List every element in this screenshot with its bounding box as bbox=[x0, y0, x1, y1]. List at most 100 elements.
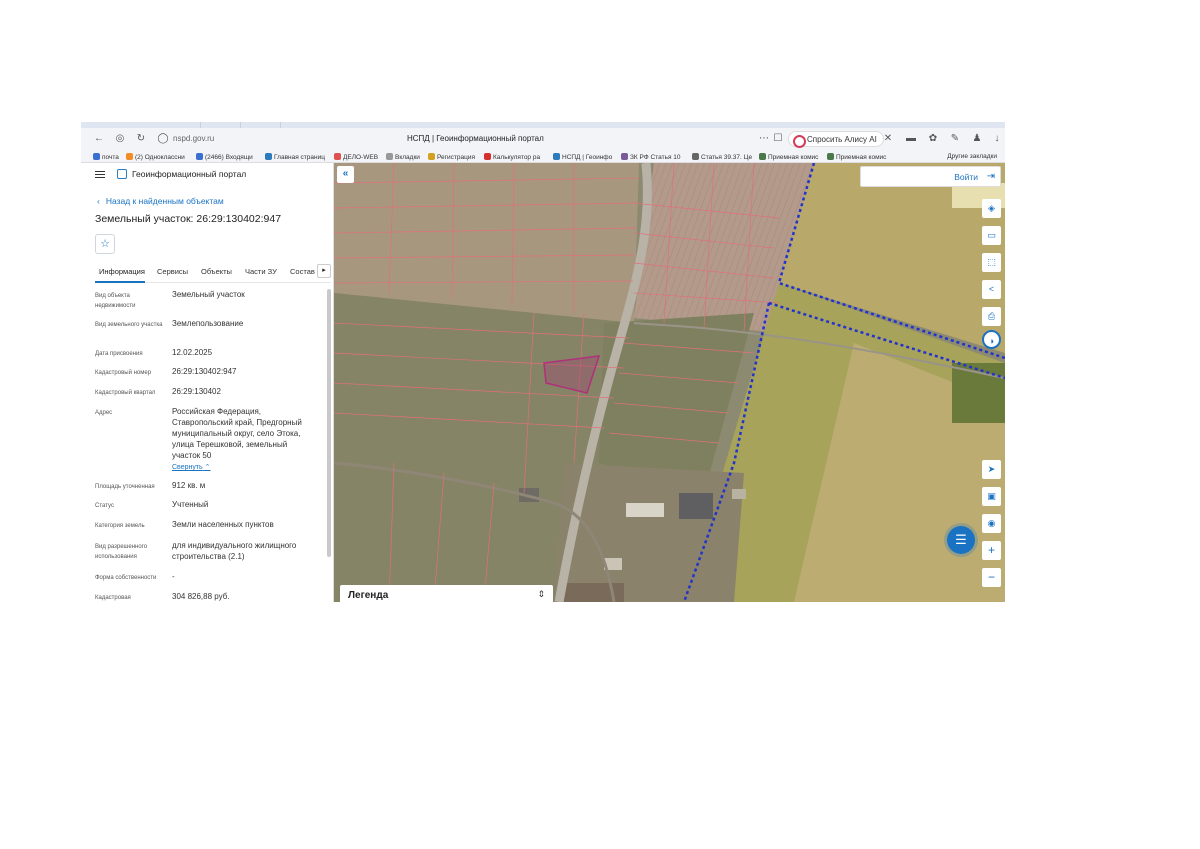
bookmark-item[interactable]: Главная страниц bbox=[265, 153, 325, 161]
bookmark-icon[interactable]: ☐ bbox=[772, 133, 784, 145]
tab-information[interactable]: Информация bbox=[99, 267, 145, 276]
basemap-button[interactable]: ◑ bbox=[982, 330, 1001, 349]
tab-parts[interactable]: Части ЗУ bbox=[245, 267, 277, 276]
bookmark-item[interactable]: ДЕЛО-WEB bbox=[334, 153, 378, 161]
portal-name[interactable]: Геоинформационный портал bbox=[132, 169, 246, 179]
tab-services[interactable]: Сервисы bbox=[157, 267, 188, 276]
property-key: Категория земель bbox=[95, 523, 145, 529]
bookmark-label: НСПД | Геоинфо bbox=[562, 154, 613, 161]
legend-panel[interactable]: Легенда ⇕ bbox=[340, 585, 553, 602]
bookmark-label: Регистрация bbox=[437, 154, 475, 161]
more-icon[interactable]: ⋯ bbox=[758, 133, 770, 145]
alice-button[interactable]: Спросить Алису AI bbox=[788, 131, 884, 148]
bookmark-item[interactable]: почта bbox=[93, 153, 119, 161]
reload-icon[interactable]: ↻ bbox=[135, 133, 147, 145]
collapse-link-label: Свернуть bbox=[172, 464, 203, 471]
bookmark-item[interactable]: (2466) Входящи bbox=[196, 153, 253, 161]
bookmark-label: Вкладки bbox=[395, 154, 420, 161]
url-text[interactable]: nspd.gov.ru bbox=[173, 134, 214, 143]
property-value: Земли населенных пунктов bbox=[172, 520, 274, 529]
favorite-star-icon[interactable]: ☆ bbox=[95, 234, 115, 254]
bookmark-favicon-icon bbox=[621, 153, 628, 160]
panel-header: Геоинформационный портал bbox=[81, 163, 334, 185]
tab-composition[interactable]: Состав bbox=[290, 267, 315, 276]
geolocation-button[interactable]: ◉ bbox=[982, 514, 1001, 533]
property-value: - bbox=[172, 572, 175, 581]
bookmark-label: (2466) Входящи bbox=[205, 154, 253, 161]
property-key: Вид объекта недвижимости bbox=[95, 293, 136, 309]
minimap-button[interactable]: ▣ bbox=[982, 487, 1001, 506]
bookmark-favicon-icon bbox=[126, 153, 133, 160]
download-icon[interactable]: ↓ bbox=[991, 133, 1003, 145]
location-pin-icon: ◉ bbox=[987, 518, 996, 528]
back-arrow-icon[interactable]: ← bbox=[93, 133, 105, 145]
bookmark-item[interactable]: Калькулятор ра bbox=[484, 153, 540, 161]
print-icon: ⎙ bbox=[987, 311, 996, 321]
vpn-icon[interactable]: ▬ bbox=[905, 133, 917, 145]
active-tab-indicator bbox=[95, 281, 145, 283]
select-area-button[interactable]: ⬚ bbox=[982, 253, 1001, 272]
account-icon[interactable]: ♟ bbox=[971, 133, 983, 145]
login-icon[interactable]: ⇥ bbox=[987, 171, 995, 182]
satellite-map[interactable] bbox=[334, 163, 1005, 602]
tools-icon[interactable]: ✕ bbox=[882, 133, 894, 145]
share-button[interactable]: < bbox=[982, 280, 1001, 299]
collapse-panel-button[interactable]: « bbox=[337, 166, 354, 183]
bookmark-label: Статья 39.37. Це bbox=[701, 154, 753, 161]
chat-assistant-button[interactable]: ☰ bbox=[947, 526, 975, 554]
bookmark-item[interactable]: Вкладки bbox=[386, 153, 420, 161]
share-icon: < bbox=[988, 284, 995, 294]
bookmark-item[interactable]: Регистрация bbox=[428, 153, 475, 161]
chat-icon[interactable]: ✎ bbox=[949, 133, 961, 145]
menu-icon[interactable] bbox=[95, 171, 105, 178]
bookmark-favicon-icon bbox=[692, 153, 699, 160]
bookmark-favicon-icon bbox=[386, 153, 393, 160]
expand-toggle-icon[interactable]: ⇕ bbox=[537, 589, 545, 600]
bookmark-label: ЗК РФ Статья 10 bbox=[630, 154, 681, 161]
layers-button[interactable]: ◈ bbox=[982, 199, 1001, 218]
bookmark-label: Калькулятор ра bbox=[493, 154, 541, 161]
minus-icon: − bbox=[987, 570, 995, 584]
bookmark-favicon-icon bbox=[484, 153, 491, 160]
back-link-label: Назад к найденным объектам bbox=[105, 196, 224, 206]
lock-icon: ◯ bbox=[157, 133, 169, 144]
bookmark-item[interactable]: НСПД | Геоинфо bbox=[553, 153, 612, 161]
bookmark-item[interactable]: Приемная комис bbox=[827, 153, 886, 161]
bookmark-item[interactable]: ЗК РФ Статья 10 bbox=[621, 153, 681, 161]
legend-title: Легенда bbox=[348, 590, 389, 601]
bookmark-item[interactable]: Приемная комис bbox=[759, 153, 818, 161]
login-button[interactable]: Войти bbox=[954, 172, 978, 182]
collapse-link[interactable]: Свернуть ⌃ bbox=[172, 462, 317, 473]
property-key: Дата присвоения bbox=[95, 351, 143, 357]
panel-scrollbar[interactable] bbox=[327, 289, 331, 557]
info-tabs: Информация Сервисы Объекты Части ЗУ Сост… bbox=[95, 263, 331, 283]
bookmark-item[interactable]: Статья 39.37. Це bbox=[692, 153, 752, 161]
zoom-in-button[interactable]: + bbox=[982, 541, 1001, 560]
bookmark-label: Приемная комис bbox=[836, 154, 887, 161]
extensions-icon[interactable]: ✿ bbox=[927, 133, 939, 145]
tabs-scroll-right-icon[interactable]: ▸ bbox=[317, 264, 331, 278]
property-value: 26:29:130402 bbox=[172, 387, 221, 396]
tab-objects[interactable]: Объекты bbox=[201, 267, 232, 276]
bookmark-item[interactable]: (2) Одноклассни bbox=[126, 153, 185, 161]
back-to-results-link[interactable]: ‹ Назад к найденным объектам bbox=[97, 196, 224, 206]
zoom-out-button[interactable]: − bbox=[982, 568, 1001, 587]
plus-icon: + bbox=[987, 543, 995, 557]
property-key: Площадь уточненная bbox=[95, 484, 155, 490]
property-key: Кадастровый квартал bbox=[95, 390, 156, 396]
property-value: 912 кв. м bbox=[172, 481, 206, 490]
print-button[interactable]: ⎙ bbox=[982, 307, 1001, 326]
address-value: Российская Федерация, Ставропольский кра… bbox=[172, 407, 302, 460]
chevron-left-icon: ‹ bbox=[97, 196, 100, 206]
shield-icon[interactable]: ◎ bbox=[114, 133, 126, 145]
bookmark-label: (2) Одноклассни bbox=[135, 154, 185, 161]
property-value: 12.02.2025 bbox=[172, 348, 213, 357]
property-value: Российская Федерация, Ставропольский кра… bbox=[172, 406, 317, 473]
map-search-input[interactable] bbox=[863, 169, 955, 184]
property-key: Форма собственности bbox=[95, 575, 157, 581]
other-bookmarks[interactable]: Другие закладки bbox=[947, 153, 997, 160]
map-view[interactable]: « Войти ⇥ ◈ ▭ ⬚ < ⎙ ◑ ➤ ▣ ◉ + − ☰ Легенд… bbox=[334, 163, 1005, 602]
locate-button[interactable]: ➤ bbox=[982, 460, 1001, 479]
measure-button[interactable]: ▭ bbox=[982, 226, 1001, 245]
bookmark-label: Главная страниц bbox=[274, 154, 325, 161]
